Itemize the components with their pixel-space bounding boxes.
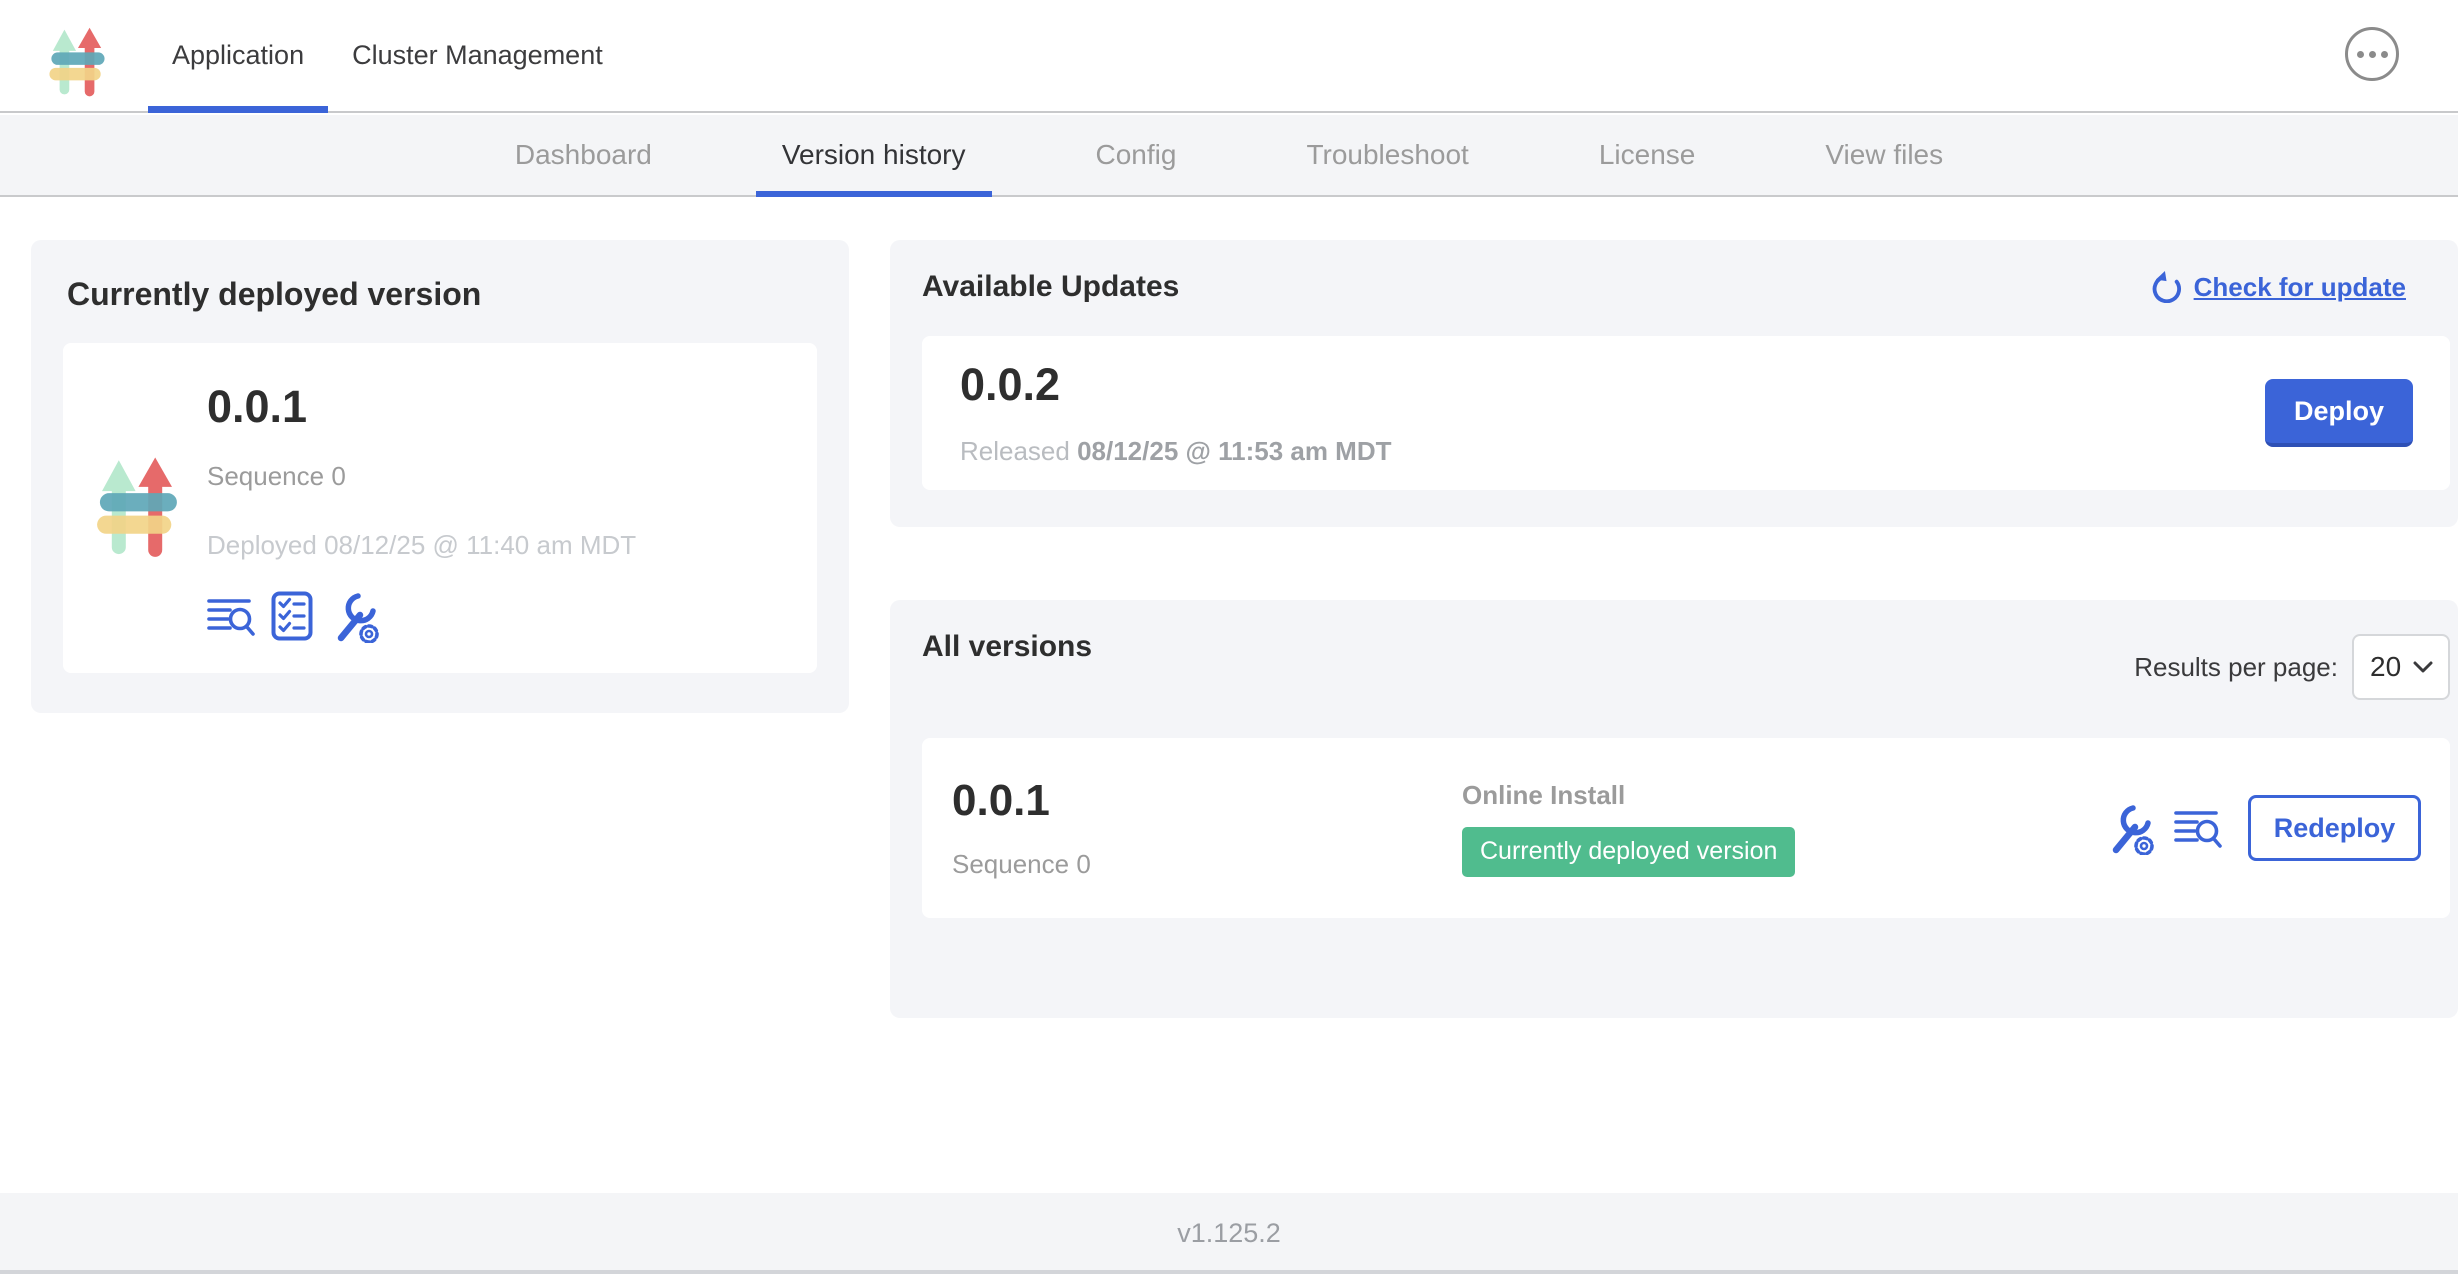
overflow-menu-button[interactable]: [2345, 27, 2399, 81]
all-versions-title: All versions: [922, 630, 1092, 664]
tab-cluster-management[interactable]: Cluster Management: [328, 0, 627, 111]
deployed-sequence: Sequence 0: [207, 461, 636, 492]
all-versions-card: All versions Results per page: 20 0.0.1 …: [890, 600, 2458, 1018]
subnav-license-label: License: [1599, 139, 1696, 171]
currently-deployed-badge: Currently deployed version: [1462, 827, 1795, 877]
check-for-update-label: Check for update: [2194, 272, 2406, 303]
all-versions-header: All versions Results per page: 20: [922, 630, 2458, 700]
subnav-view-files-label: View files: [1825, 139, 1943, 171]
available-updates-header: Available Updates Check for update: [922, 270, 2458, 304]
refresh-icon: [2150, 271, 2182, 303]
row-sequence: Sequence 0: [952, 849, 1462, 880]
version-row: 0.0.1 Sequence 0 Online Install Currentl…: [922, 738, 2450, 918]
tab-application-label: Application: [172, 40, 304, 71]
results-per-page-select[interactable]: 20: [2352, 634, 2450, 700]
results-per-page-label: Results per page:: [2134, 652, 2338, 683]
available-update-row: 0.0.2 Released 08/12/25 @ 11:53 am MDT D…: [922, 336, 2450, 490]
released-prefix: Released: [960, 436, 1077, 466]
view-diff-icon[interactable]: [207, 594, 255, 638]
top-tabs: Application Cluster Management: [148, 0, 627, 111]
row-version-number: 0.0.1: [952, 776, 1462, 827]
deployed-version-number: 0.0.1: [207, 381, 636, 433]
update-released-timestamp: Released 08/12/25 @ 11:53 am MDT: [960, 436, 1392, 467]
available-updates-title: Available Updates: [922, 270, 1179, 304]
edit-config-icon[interactable]: [2104, 801, 2154, 855]
check-for-update-link[interactable]: Check for update: [2150, 271, 2406, 303]
app-logo-icon: [48, 14, 106, 111]
currently-deployed-details: 0.0.1 Sequence 0 Deployed 08/12/25 @ 11:…: [207, 369, 636, 643]
ellipsis-icon: [2369, 51, 2376, 58]
app-subnav: Dashboard Version history Config Trouble…: [0, 115, 2458, 197]
tab-cluster-management-label: Cluster Management: [352, 40, 603, 71]
currently-deployed-card: Currently deployed version 0.0.1 Sequenc…: [31, 240, 849, 713]
results-per-page-value: 20: [2370, 651, 2401, 683]
subnav-config-label: Config: [1096, 139, 1177, 171]
update-details: 0.0.2 Released 08/12/25 @ 11:53 am MDT: [960, 359, 1392, 468]
redeploy-button[interactable]: Redeploy: [2248, 795, 2421, 861]
ellipsis-icon: [2381, 51, 2388, 58]
available-updates-card: Available Updates Check for update 0.0.2…: [890, 240, 2458, 527]
subnav-version-history[interactable]: Version history: [756, 115, 992, 195]
window-bottom-edge: [0, 1270, 2458, 1274]
preflight-checks-icon[interactable]: [271, 591, 313, 641]
subnav-view-files[interactable]: View files: [1799, 115, 1969, 195]
ellipsis-icon: [2357, 51, 2364, 58]
subnav-version-history-label: Version history: [782, 139, 966, 171]
edit-config-icon[interactable]: [329, 589, 379, 643]
currently-deployed-inner-card: 0.0.1 Sequence 0 Deployed 08/12/25 @ 11:…: [63, 343, 817, 673]
version-row-actions: Redeploy: [2104, 795, 2421, 861]
subnav-troubleshoot[interactable]: Troubleshoot: [1280, 115, 1494, 195]
deployed-version-actions: [207, 589, 636, 643]
top-header: Application Cluster Management: [0, 0, 2458, 113]
version-row-status: Online Install Currently deployed versio…: [1462, 780, 2104, 877]
tab-application[interactable]: Application: [148, 0, 328, 111]
view-diff-icon[interactable]: [2174, 806, 2222, 850]
version-row-id: 0.0.1 Sequence 0: [952, 776, 1462, 880]
subnav-config[interactable]: Config: [1070, 115, 1203, 195]
update-version-number: 0.0.2: [960, 359, 1392, 411]
version-history-page: Application Cluster Management Dashboard…: [0, 0, 2458, 1274]
app-logo-icon: [95, 373, 179, 643]
released-date: 08/12/25 @ 11:53 am MDT: [1077, 436, 1391, 466]
chevron-down-icon: [2412, 660, 2434, 674]
subnav-license[interactable]: License: [1573, 115, 1722, 195]
deploy-button[interactable]: Deploy: [2265, 379, 2413, 447]
subnav-dashboard-label: Dashboard: [515, 139, 652, 171]
footer: v1.125.2: [0, 1193, 2458, 1274]
deployed-timestamp: Deployed 08/12/25 @ 11:40 am MDT: [207, 530, 636, 561]
install-type: Online Install: [1462, 780, 2104, 811]
subnav-dashboard[interactable]: Dashboard: [489, 115, 678, 195]
subnav-troubleshoot-label: Troubleshoot: [1306, 139, 1468, 171]
results-per-page: Results per page: 20: [2134, 634, 2450, 700]
currently-deployed-title: Currently deployed version: [67, 276, 817, 313]
console-version: v1.125.2: [1177, 1218, 1281, 1249]
